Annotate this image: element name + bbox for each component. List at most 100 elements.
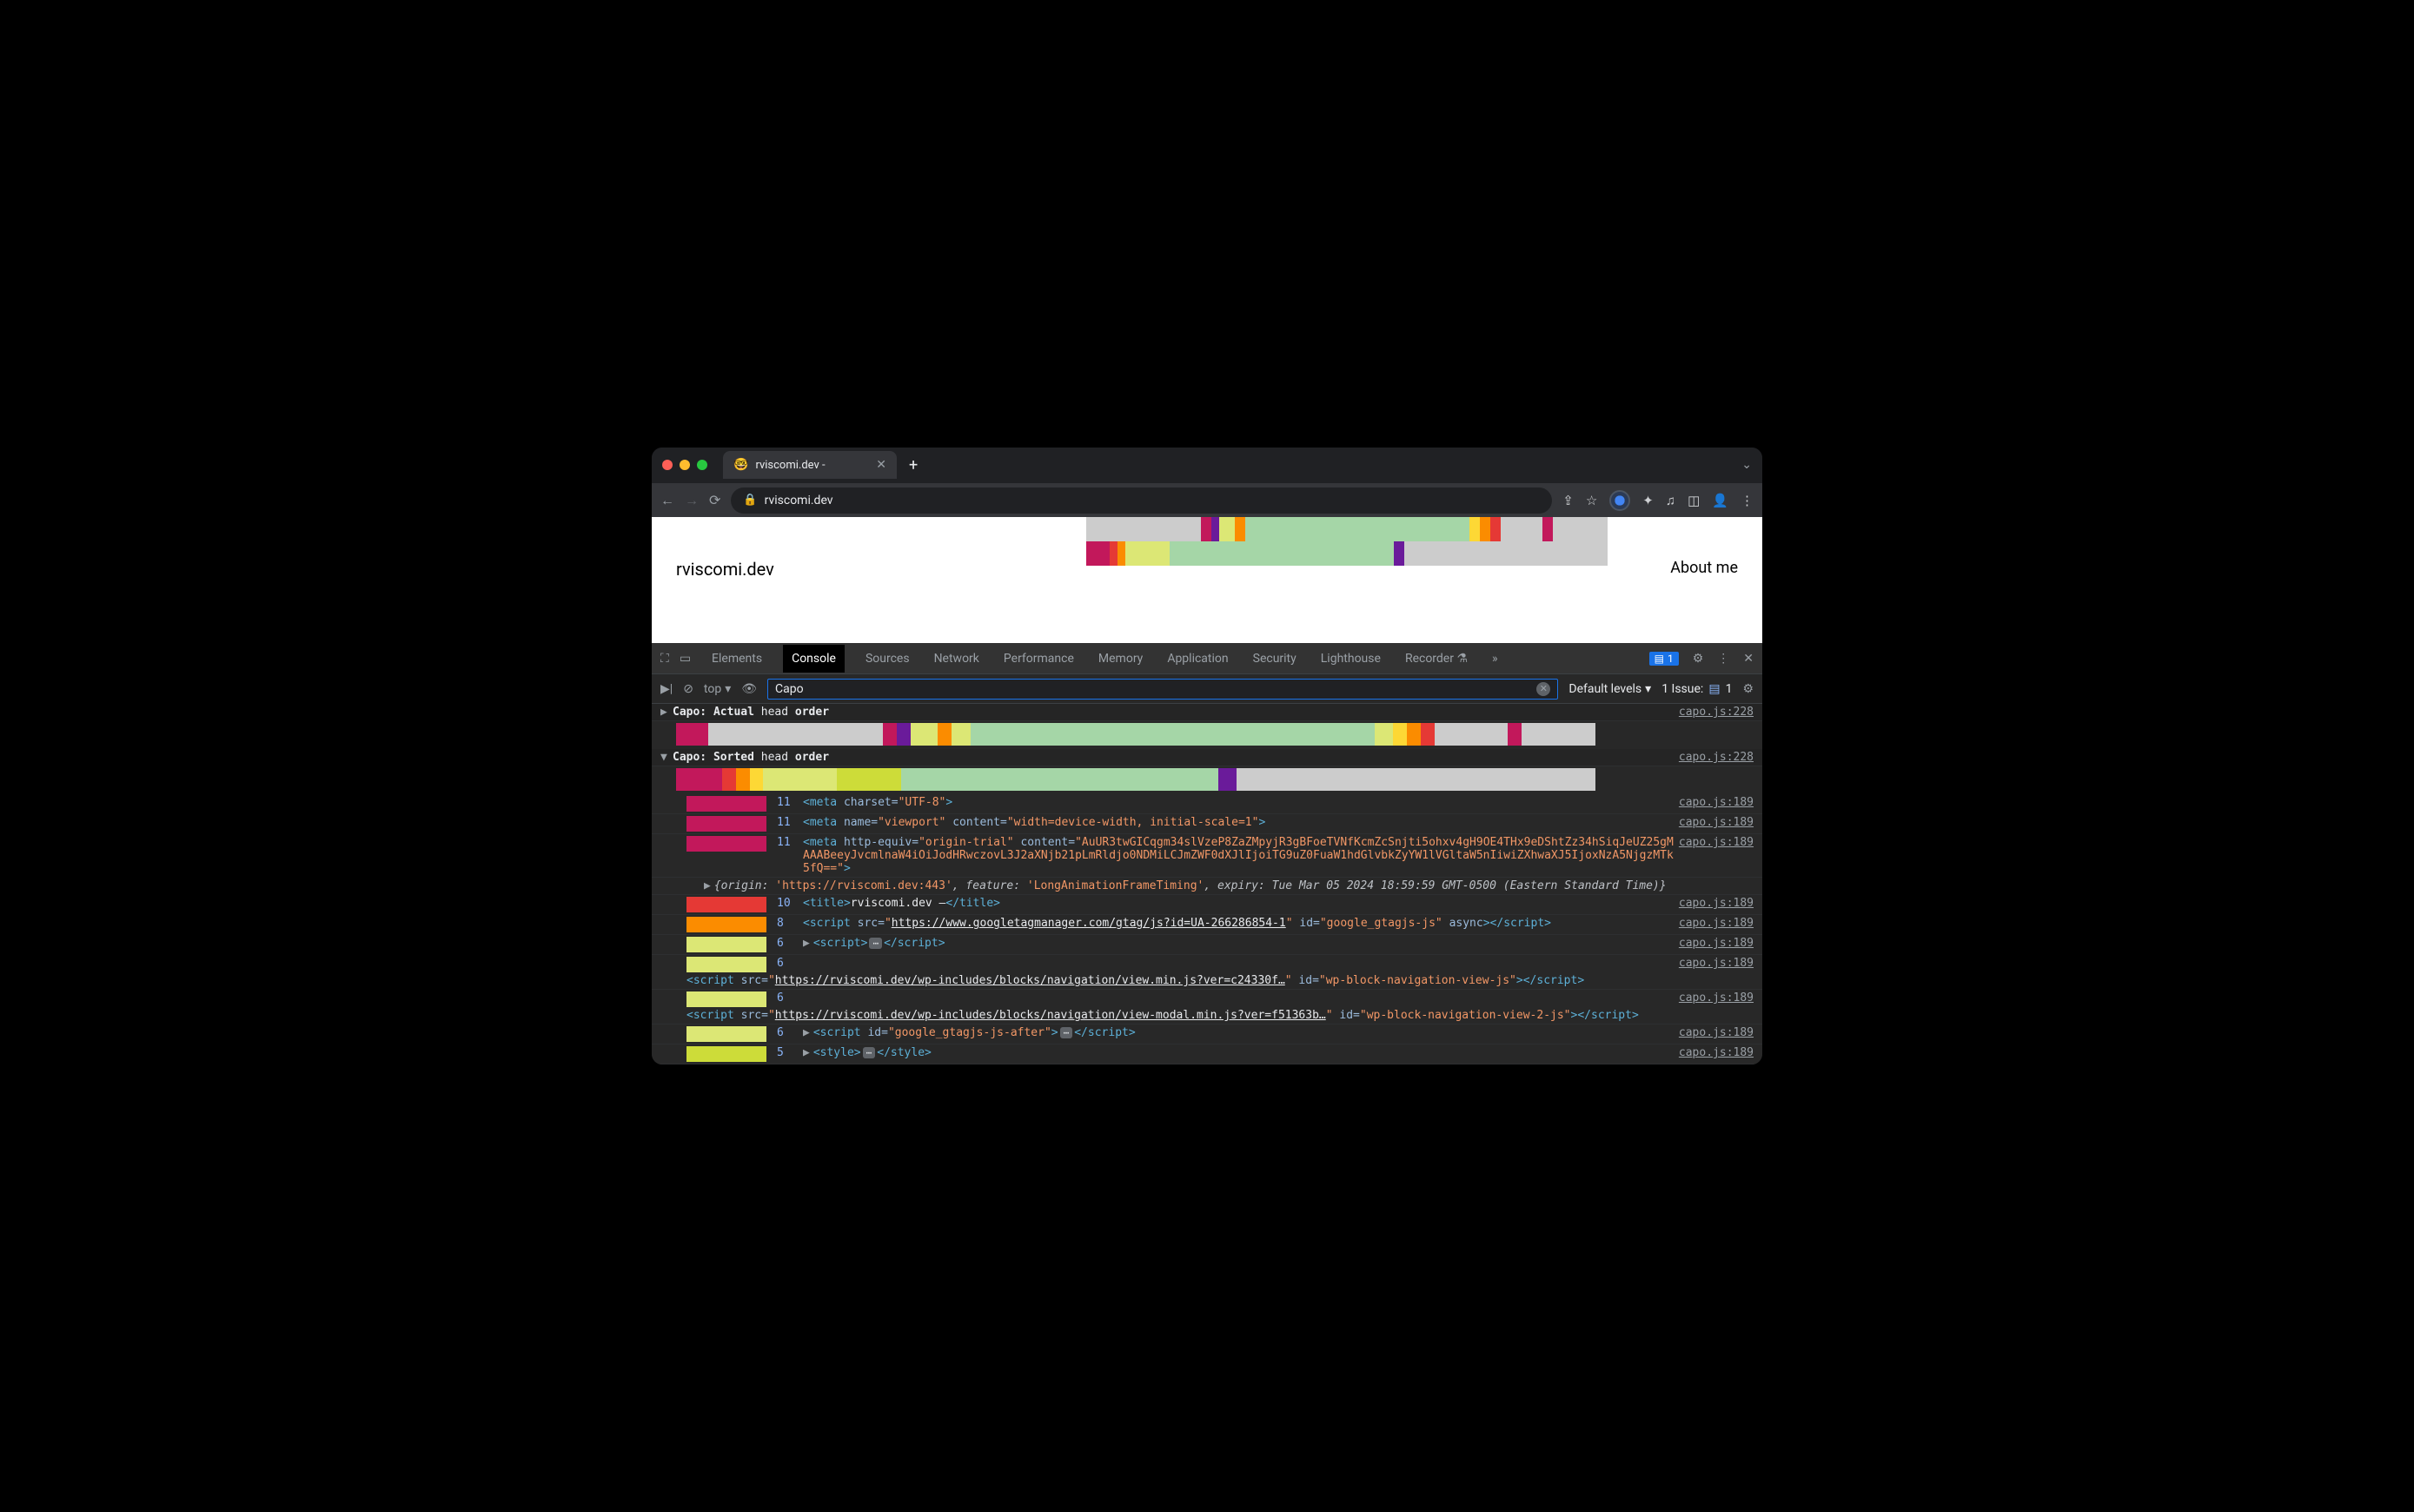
weight-swatch (686, 1026, 766, 1042)
console-entry[interactable]: 6 capo.js:189 <script src="https://rviscom… (652, 955, 1762, 990)
console-entry[interactable]: 11<meta http-equiv="origin-trial" conten… (652, 834, 1762, 878)
maximize-window-button[interactable] (697, 460, 707, 470)
source-link[interactable]: capo.js:189 (1679, 1026, 1754, 1039)
weight-value: 5 (777, 1046, 803, 1059)
console-entry[interactable]: 11<meta charset="UTF-8">capo.js:189 (652, 794, 1762, 814)
source-link[interactable]: capo.js:228 (1679, 706, 1754, 719)
weight-value: 10 (777, 897, 803, 910)
console-entry[interactable]: 8<script src="https://www.googletagmanag… (652, 915, 1762, 935)
minimize-window-button[interactable] (680, 460, 690, 470)
live-expression-icon[interactable]: 👁 (741, 682, 757, 696)
weight-swatch (686, 897, 766, 912)
tab-sources[interactable]: Sources (862, 645, 913, 673)
settings-icon[interactable]: ⚙ (1693, 652, 1704, 666)
console-entry[interactable]: 5▶<style>⋯</style>capo.js:189 (652, 1044, 1762, 1064)
tab-favicon: 🤓 (733, 458, 748, 472)
expand-icon[interactable]: ▼ (660, 751, 673, 764)
source-link[interactable]: capo.js:189 (1679, 937, 1754, 950)
reload-button[interactable]: ⟳ (709, 492, 720, 508)
share-icon[interactable]: ⇪ (1562, 493, 1574, 508)
weight-value: 6 (777, 957, 803, 970)
code-snippet: <script src="https://www.googletagmanage… (803, 917, 1679, 930)
close-window-button[interactable] (662, 460, 673, 470)
source-link[interactable]: capo.js:189 (1679, 991, 1754, 1005)
capo-bar-actual (1086, 517, 1608, 541)
source-link[interactable]: capo.js:189 (1679, 957, 1754, 970)
browser-tab[interactable]: 🤓 rviscomi.dev - ✕ (723, 451, 897, 479)
tab-recorder[interactable]: Recorder ⚗ (1402, 645, 1471, 673)
weight-value: 6 (777, 1026, 803, 1039)
profile-icon[interactable]: 👤 (1712, 493, 1728, 508)
console-entry[interactable]: 11<meta name="viewport" content="width=d… (652, 814, 1762, 834)
console-entry-detail[interactable]: ▶{origin: 'https://rviscomi.dev:443', fe… (652, 878, 1762, 895)
bookmark-icon[interactable]: ☆ (1586, 493, 1597, 508)
console-filter-input[interactable]: Capo ✕ (767, 679, 1558, 700)
context-selector[interactable]: top▾ (704, 682, 731, 696)
lock-icon: 🔒 (743, 494, 757, 507)
tabs-overflow-icon[interactable]: » (1489, 645, 1502, 673)
clear-filter-icon[interactable]: ✕ (1536, 682, 1550, 696)
menu-icon[interactable]: ⋮ (1741, 493, 1754, 508)
extensions-icon[interactable]: ✦ (1642, 493, 1654, 508)
forward-button[interactable]: → (685, 492, 699, 509)
tab-title: rviscomi.dev - (755, 459, 825, 472)
sidepanel-icon[interactable]: ◫ (1688, 493, 1700, 508)
source-link[interactable]: capo.js:189 (1679, 917, 1754, 930)
code-snippet: <script src="https://rviscomi.dev/wp-inc… (686, 974, 1584, 987)
code-snippet: ▶<script>⋯</script> (803, 937, 1679, 950)
tab-lighthouse[interactable]: Lighthouse (1317, 645, 1384, 673)
url-input[interactable]: 🔒 rviscomi.dev (731, 487, 1552, 514)
console-toolbar: ▶| ⊘ top▾ 👁 Capo ✕ Default levels▾ 1 Iss… (652, 674, 1762, 704)
new-tab-button[interactable]: + (902, 456, 925, 474)
tab-network[interactable]: Network (931, 645, 983, 673)
weight-swatch (686, 836, 766, 852)
weight-value: 11 (777, 796, 803, 809)
weight-swatch (686, 816, 766, 832)
tab-memory[interactable]: Memory (1095, 645, 1146, 673)
extension-badge[interactable] (1609, 490, 1630, 511)
close-tab-icon[interactable]: ✕ (876, 458, 886, 472)
console-entry[interactable]: 6▶<script id="google_gtagjs-js-after">⋯<… (652, 1025, 1762, 1044)
tab-performance[interactable]: Performance (1000, 645, 1078, 673)
capo-bar-sorted (1086, 541, 1608, 566)
media-icon[interactable]: ♫ (1666, 493, 1675, 508)
tab-application[interactable]: Application (1164, 645, 1231, 673)
console-entry[interactable]: 6▶<script>⋯</script>capo.js:189 (652, 935, 1762, 955)
console-group-actual[interactable]: ▶ Capo: Actual head order capo.js:228 (652, 704, 1762, 721)
log-levels-dropdown[interactable]: Default levels▾ (1568, 682, 1651, 696)
code-snippet: ▶<script id="google_gtagjs-js-after">⋯</… (803, 1026, 1679, 1039)
warnings-badge[interactable]: ▤ 1 (1649, 652, 1679, 666)
tab-security[interactable]: Security (1250, 645, 1300, 673)
weight-value: 6 (777, 937, 803, 950)
back-button[interactable]: ← (660, 492, 674, 509)
tabs-dropdown-icon[interactable]: ⌄ (1741, 458, 1752, 472)
more-icon[interactable]: ⋮ (1717, 652, 1729, 666)
clear-console-icon[interactable]: ⊘ (683, 682, 693, 696)
capo-bar-actual-console (676, 723, 1595, 746)
console-group-sorted[interactable]: ▼ Capo: Sorted head order capo.js:228 (652, 749, 1762, 766)
device-toggle-icon[interactable]: ▭ (680, 652, 691, 666)
tab-elements[interactable]: Elements (708, 645, 766, 673)
weight-value: 8 (777, 917, 803, 930)
source-link[interactable]: capo.js:228 (1679, 751, 1754, 764)
source-link[interactable]: capo.js:189 (1679, 897, 1754, 910)
console-entry[interactable]: 10<title>rviscomi.dev –</title>capo.js:1… (652, 895, 1762, 915)
weight-swatch (686, 796, 766, 812)
collapse-icon[interactable]: ▶ (660, 706, 673, 719)
capo-bar-sorted-console (676, 768, 1595, 791)
issues-indicator[interactable]: 1 Issue: ▤ 1 (1661, 682, 1732, 696)
source-link[interactable]: capo.js:189 (1679, 816, 1754, 829)
tab-console[interactable]: Console (783, 645, 845, 673)
console-entry[interactable]: 6capo.js:189<script src="https://rviscom… (652, 990, 1762, 1025)
source-link[interactable]: capo.js:189 (1679, 836, 1754, 849)
site-title[interactable]: rviscomi.dev (676, 517, 774, 580)
close-devtools-icon[interactable]: ✕ (1743, 652, 1754, 666)
weight-value: 11 (777, 836, 803, 849)
inspect-icon[interactable]: ⛶ (660, 652, 669, 666)
code-snippet: <meta http-equiv="origin-trial" content=… (803, 836, 1679, 875)
source-link[interactable]: capo.js:189 (1679, 1046, 1754, 1059)
toggle-sidebar-icon[interactable]: ▶| (660, 682, 673, 696)
source-link[interactable]: capo.js:189 (1679, 796, 1754, 809)
console-settings-icon[interactable]: ⚙ (1742, 682, 1754, 696)
nav-about-link[interactable]: About me (1670, 517, 1738, 577)
